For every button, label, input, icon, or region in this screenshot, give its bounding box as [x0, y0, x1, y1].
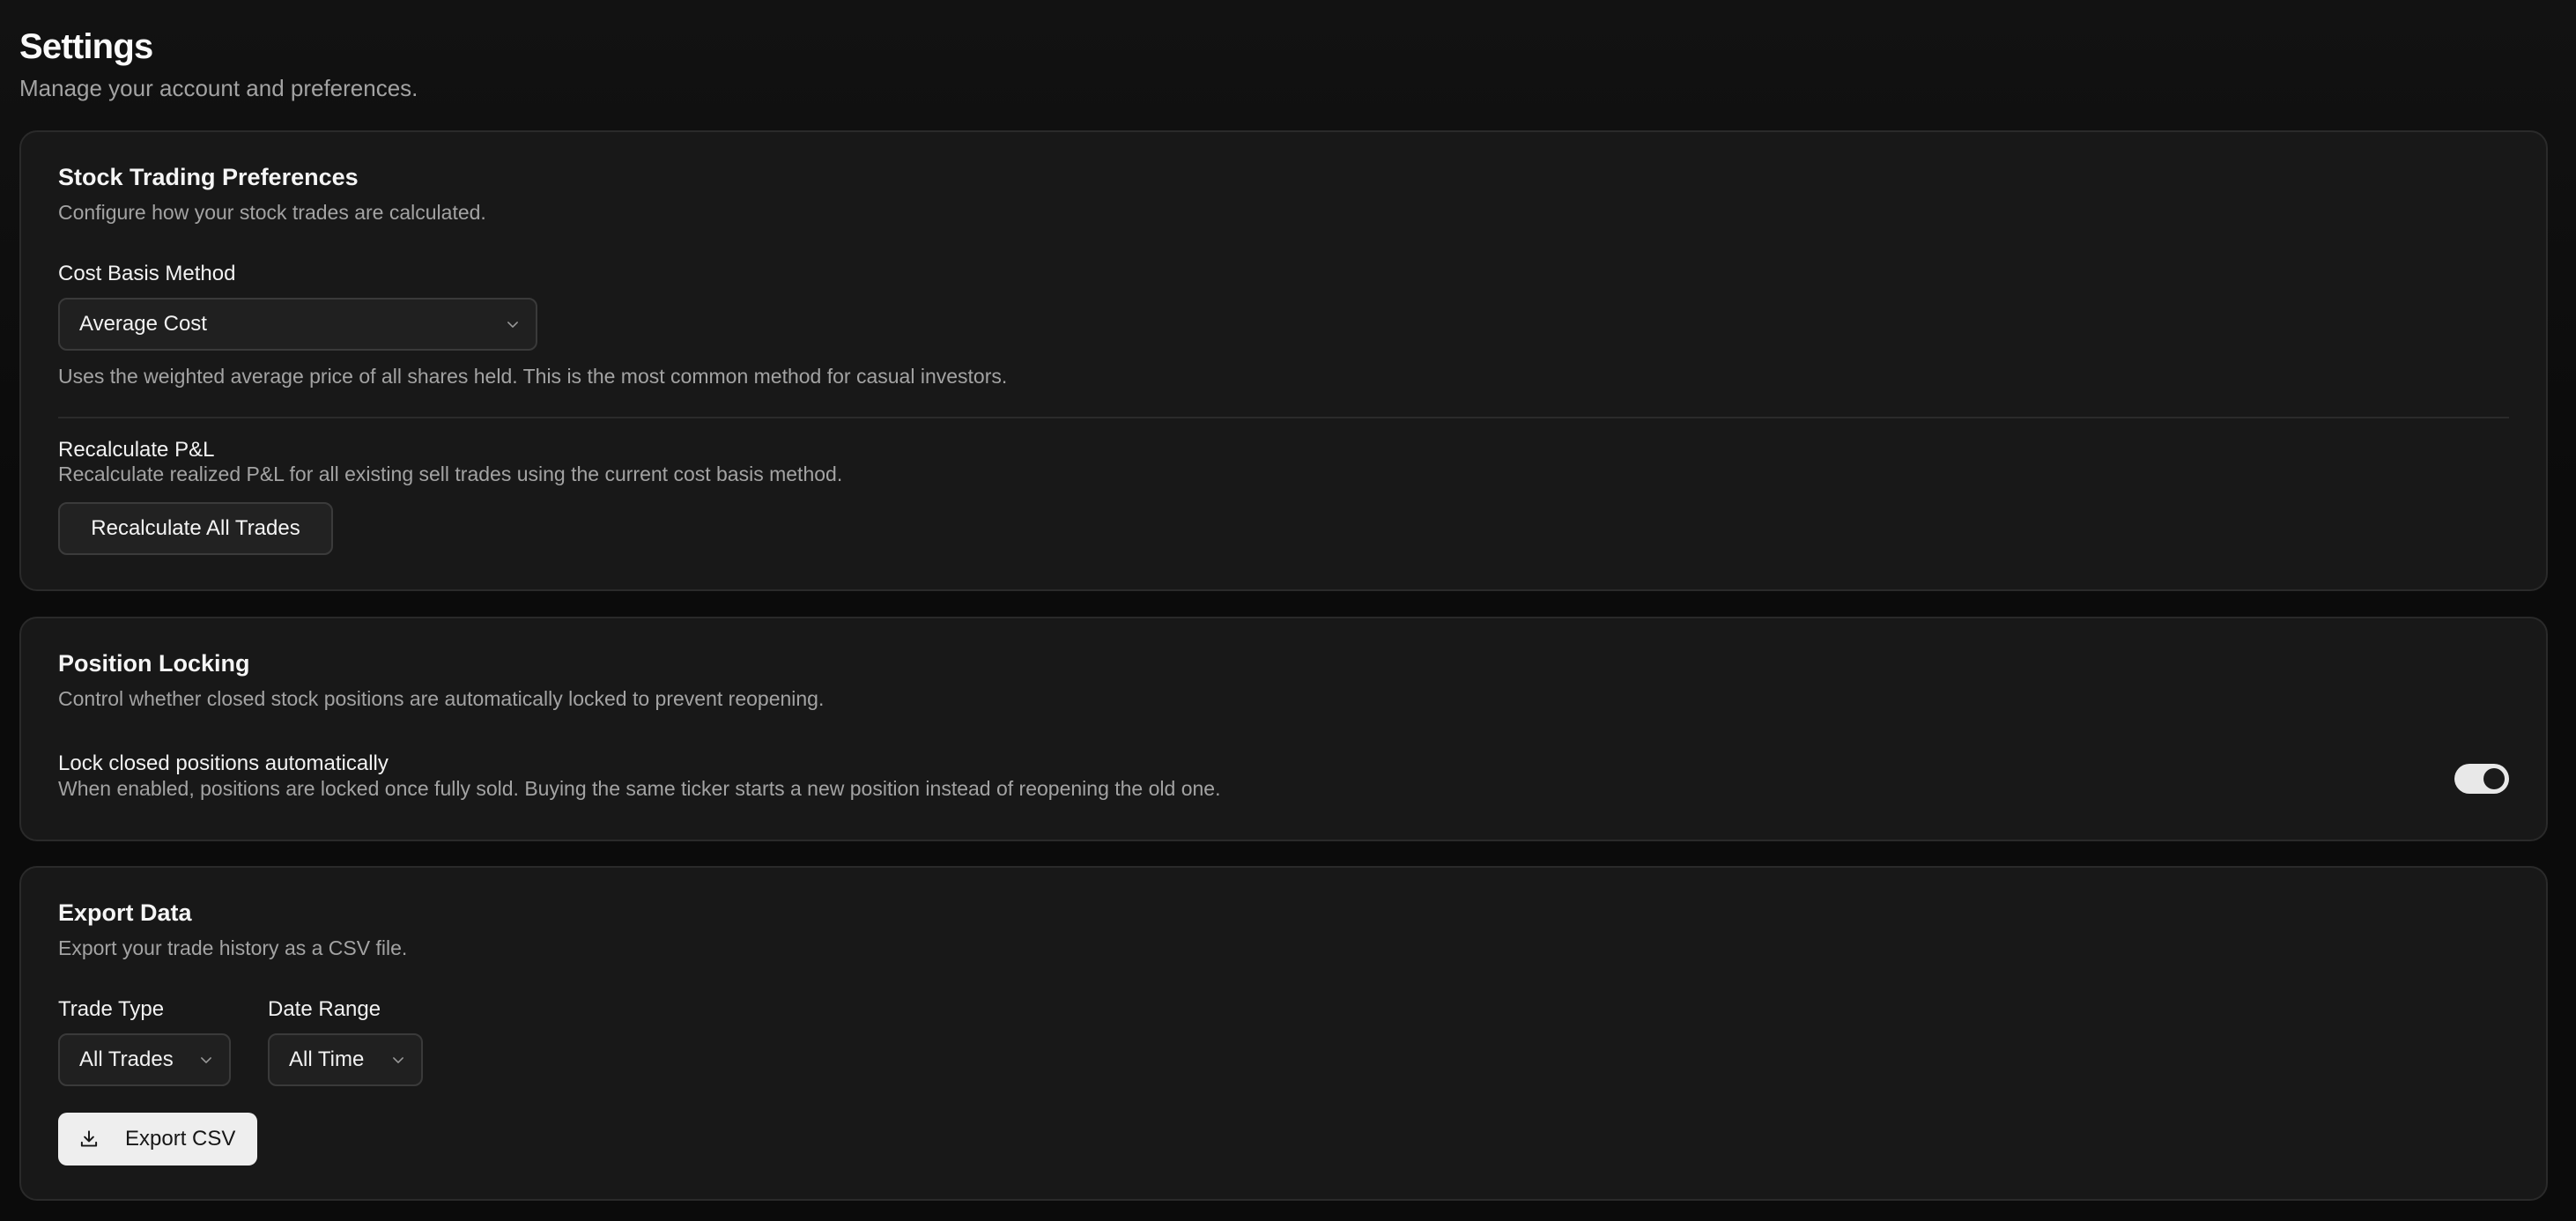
date-range-label: Date Range [268, 997, 381, 1021]
card-description: Configure how your stock trades are calc… [58, 201, 486, 224]
cost-basis-select[interactable]: Average Cost [58, 298, 537, 351]
card-title: Stock Trading Preferences [58, 164, 359, 190]
export-csv-button[interactable]: Export CSV [58, 1113, 257, 1166]
card-description: Export your trade history as a CSV file. [58, 936, 408, 959]
lock-positions-toggle[interactable] [2454, 764, 2509, 794]
lock-setting-description: When enabled, positions are locked once … [58, 777, 1221, 800]
card-description: Control whether closed stock positions a… [58, 687, 825, 710]
divider [58, 417, 2509, 418]
trade-type-value: All Trades [79, 1047, 174, 1071]
page-header: Settings Manage your account and prefere… [19, 0, 2548, 102]
recalculate-all-trades-button[interactable]: Recalculate All Trades [58, 502, 333, 555]
date-range-select[interactable]: All Time [268, 1033, 423, 1086]
page-subtitle: Manage your account and preferences. [19, 75, 418, 101]
recalculate-label: Recalculate P&L [58, 438, 215, 462]
stock-trading-preferences-card: Stock Trading Preferences Configure how … [19, 130, 2548, 591]
trade-type-label: Trade Type [58, 997, 165, 1021]
download-icon [78, 1128, 100, 1151]
cost-basis-help: Uses the weighted average price of all s… [58, 365, 1008, 388]
toggle-knob [2483, 768, 2505, 789]
recalculate-description: Recalculate realized P&L for all existin… [58, 462, 843, 485]
card-title: Position Locking [58, 650, 250, 677]
cost-basis-value: Average Cost [79, 312, 207, 336]
export-csv-label: Export CSV [125, 1127, 236, 1151]
page-title: Settings [19, 27, 153, 66]
export-data-card: Export Data Export your trade history as… [19, 866, 2548, 1201]
trade-type-select[interactable]: All Trades [58, 1033, 231, 1086]
date-range-value: All Time [289, 1047, 365, 1071]
chevron-down-icon [393, 1054, 403, 1065]
card-title: Export Data [58, 899, 192, 926]
position-locking-card: Position Locking Control whether closed … [19, 617, 2548, 841]
settings-page: Settings Manage your account and prefere… [0, 0, 2576, 1221]
chevron-down-icon [201, 1054, 211, 1065]
chevron-down-icon [507, 319, 518, 329]
lock-setting-label: Lock closed positions automatically [58, 751, 389, 775]
cost-basis-label: Cost Basis Method [58, 262, 236, 285]
